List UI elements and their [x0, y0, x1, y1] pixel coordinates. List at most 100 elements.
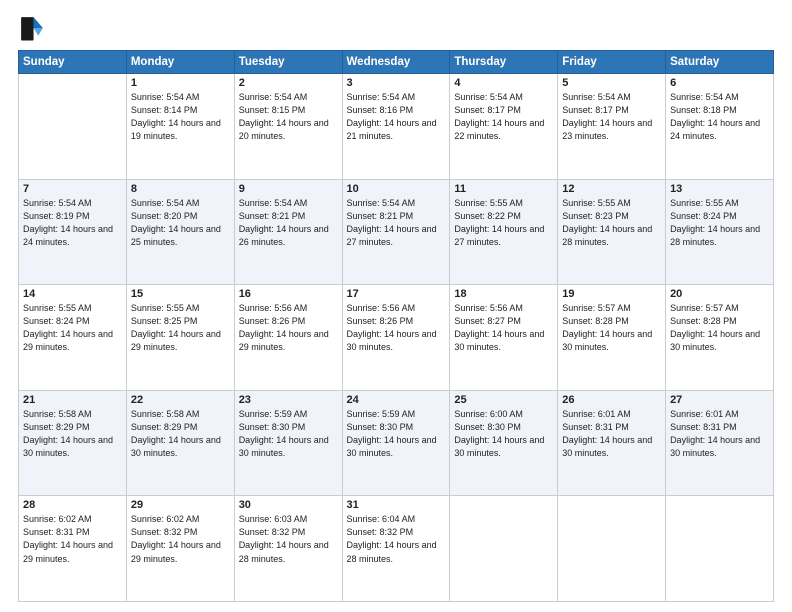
day-info: Sunrise: 5:54 AM Sunset: 8:17 PM Dayligh… [454, 91, 553, 143]
calendar-cell [666, 496, 774, 602]
day-info: Sunrise: 5:54 AM Sunset: 8:20 PM Dayligh… [131, 197, 230, 249]
day-number: 17 [347, 288, 446, 300]
day-number: 18 [454, 288, 553, 300]
calendar-cell: 15 Sunrise: 5:55 AM Sunset: 8:25 PM Dayli… [126, 285, 234, 391]
calendar-cell: 27Sunrise: 6:01 AM Sunset: 8:31 PM Dayli… [666, 390, 774, 496]
day-info: Sunrise: 5:55 AM Sunset: 8:24 PM Dayligh… [23, 302, 122, 354]
calendar-cell: 12 Sunrise: 5:55 AM Sunset: 8:23 PM Dayli… [558, 179, 666, 285]
calendar-cell: 29 Sunrise: 6:02 AM Sunset: 8:32 PM Dayli… [126, 496, 234, 602]
day-info: Sunrise: 5:54 AM Sunset: 8:18 PM Dayligh… [670, 91, 769, 143]
day-number: 5 [562, 77, 661, 89]
day-info: Sunrise: 6:00 AM Sunset: 8:30 PM Dayligh… [454, 408, 553, 460]
day-info: Sunrise: 5:58 AM Sunset: 8:29 PM Dayligh… [23, 408, 122, 460]
day-number: 15 [131, 288, 230, 300]
weekday-header-saturday: Saturday [666, 51, 774, 74]
calendar-cell [558, 496, 666, 602]
calendar-week-row: 28 Sunrise: 6:02 AM Sunset: 8:31 PM Dayli… [19, 496, 774, 602]
calendar-cell: 2 Sunrise: 5:54 AM Sunset: 8:15 PM Daylig… [234, 74, 342, 180]
calendar-cell: 26 Sunrise: 6:01 AM Sunset: 8:31 PM Dayli… [558, 390, 666, 496]
day-number: 28 [23, 499, 122, 511]
weekday-header-row: SundayMondayTuesdayWednesdayThursdayFrid… [19, 51, 774, 74]
day-info: Sunrise: 6:01 AM Sunset: 8:31 PM Dayligh… [562, 408, 661, 460]
day-info: Sunrise: 5:55 AM Sunset: 8:23 PM Dayligh… [562, 197, 661, 249]
calendar-week-row: 14Sunrise: 5:55 AM Sunset: 8:24 PM Dayli… [19, 285, 774, 391]
day-info: Sunrise: 5:54 AM Sunset: 8:21 PM Dayligh… [239, 197, 338, 249]
day-number: 10 [347, 183, 446, 195]
day-number: 6 [670, 77, 769, 89]
day-number: 29 [131, 499, 230, 511]
day-info: Sunrise: 5:55 AM Sunset: 8:22 PM Dayligh… [454, 197, 553, 249]
page: SundayMondayTuesdayWednesdayThursdayFrid… [0, 0, 792, 612]
day-number: 23 [239, 394, 338, 406]
day-number: 30 [239, 499, 338, 511]
day-number: 12 [562, 183, 661, 195]
calendar-cell: 10 Sunrise: 5:54 AM Sunset: 8:21 PM Dayli… [342, 179, 450, 285]
day-info: Sunrise: 5:54 AM Sunset: 8:16 PM Dayligh… [347, 91, 446, 143]
day-number: 19 [562, 288, 661, 300]
day-number: 13 [670, 183, 769, 195]
calendar-cell: 20Sunrise: 5:57 AM Sunset: 8:28 PM Dayli… [666, 285, 774, 391]
calendar-cell: 19 Sunrise: 5:57 AM Sunset: 8:28 PM Dayli… [558, 285, 666, 391]
day-info: Sunrise: 6:02 AM Sunset: 8:31 PM Dayligh… [23, 513, 122, 565]
header [18, 14, 774, 42]
day-info: Sunrise: 5:59 AM Sunset: 8:30 PM Dayligh… [347, 408, 446, 460]
calendar-cell: 30 Sunrise: 6:03 AM Sunset: 8:32 PM Dayli… [234, 496, 342, 602]
day-number: 20 [670, 288, 769, 300]
calendar-cell: 8 Sunrise: 5:54 AM Sunset: 8:20 PM Daylig… [126, 179, 234, 285]
calendar-cell: 24 Sunrise: 5:59 AM Sunset: 8:30 PM Dayli… [342, 390, 450, 496]
day-info: Sunrise: 6:02 AM Sunset: 8:32 PM Dayligh… [131, 513, 230, 565]
calendar-cell: 18 Sunrise: 5:56 AM Sunset: 8:27 PM Dayli… [450, 285, 558, 391]
day-info: Sunrise: 5:54 AM Sunset: 8:21 PM Dayligh… [347, 197, 446, 249]
day-info: Sunrise: 5:55 AM Sunset: 8:25 PM Dayligh… [131, 302, 230, 354]
day-number: 11 [454, 183, 553, 195]
calendar-cell: 16 Sunrise: 5:56 AM Sunset: 8:26 PM Dayli… [234, 285, 342, 391]
calendar-cell: 21Sunrise: 5:58 AM Sunset: 8:29 PM Dayli… [19, 390, 127, 496]
calendar-cell: 3 Sunrise: 5:54 AM Sunset: 8:16 PM Daylig… [342, 74, 450, 180]
calendar-cell: 11 Sunrise: 5:55 AM Sunset: 8:22 PM Dayli… [450, 179, 558, 285]
day-info: Sunrise: 5:56 AM Sunset: 8:27 PM Dayligh… [454, 302, 553, 354]
weekday-header-tuesday: Tuesday [234, 51, 342, 74]
calendar-cell: 9 Sunrise: 5:54 AM Sunset: 8:21 PM Daylig… [234, 179, 342, 285]
day-info: Sunrise: 5:57 AM Sunset: 8:28 PM Dayligh… [562, 302, 661, 354]
day-number: 24 [347, 394, 446, 406]
day-number: 3 [347, 77, 446, 89]
day-number: 8 [131, 183, 230, 195]
day-info: Sunrise: 5:54 AM Sunset: 8:19 PM Dayligh… [23, 197, 122, 249]
calendar-cell: 13 Sunrise: 5:55 AM Sunset: 8:24 PM Dayli… [666, 179, 774, 285]
calendar-cell: 1Sunrise: 5:54 AM Sunset: 8:14 PM Daylig… [126, 74, 234, 180]
day-number: 22 [131, 394, 230, 406]
day-number: 25 [454, 394, 553, 406]
logo [18, 14, 50, 42]
day-info: Sunrise: 6:03 AM Sunset: 8:32 PM Dayligh… [239, 513, 338, 565]
calendar-week-row: 21Sunrise: 5:58 AM Sunset: 8:29 PM Dayli… [19, 390, 774, 496]
day-number: 16 [239, 288, 338, 300]
calendar-cell: 23Sunrise: 5:59 AM Sunset: 8:30 PM Dayli… [234, 390, 342, 496]
day-info: Sunrise: 5:55 AM Sunset: 8:24 PM Dayligh… [670, 197, 769, 249]
day-info: Sunrise: 5:56 AM Sunset: 8:26 PM Dayligh… [239, 302, 338, 354]
weekday-header-sunday: Sunday [19, 51, 127, 74]
day-number: 31 [347, 499, 446, 511]
calendar-cell: 31 Sunrise: 6:04 AM Sunset: 8:32 PM Dayli… [342, 496, 450, 602]
weekday-header-friday: Friday [558, 51, 666, 74]
logo-icon [18, 14, 46, 42]
calendar-week-row: 7Sunrise: 5:54 AM Sunset: 8:19 PM Daylig… [19, 179, 774, 285]
day-info: Sunrise: 5:54 AM Sunset: 8:15 PM Dayligh… [239, 91, 338, 143]
day-number: 26 [562, 394, 661, 406]
day-info: Sunrise: 5:58 AM Sunset: 8:29 PM Dayligh… [131, 408, 230, 460]
calendar-cell: 28 Sunrise: 6:02 AM Sunset: 8:31 PM Dayli… [19, 496, 127, 602]
day-number: 9 [239, 183, 338, 195]
calendar-cell [19, 74, 127, 180]
calendar-cell: 5Sunrise: 5:54 AM Sunset: 8:17 PM Daylig… [558, 74, 666, 180]
calendar-cell: 17 Sunrise: 5:56 AM Sunset: 8:26 PM Dayli… [342, 285, 450, 391]
calendar-cell: 25 Sunrise: 6:00 AM Sunset: 8:30 PM Dayli… [450, 390, 558, 496]
calendar-cell [450, 496, 558, 602]
calendar-cell: 7Sunrise: 5:54 AM Sunset: 8:19 PM Daylig… [19, 179, 127, 285]
day-info: Sunrise: 5:56 AM Sunset: 8:26 PM Dayligh… [347, 302, 446, 354]
calendar-cell: 6 Sunrise: 5:54 AM Sunset: 8:18 PM Daylig… [666, 74, 774, 180]
weekday-header-thursday: Thursday [450, 51, 558, 74]
day-info: Sunrise: 6:04 AM Sunset: 8:32 PM Dayligh… [347, 513, 446, 565]
calendar-week-row: 1Sunrise: 5:54 AM Sunset: 8:14 PM Daylig… [19, 74, 774, 180]
day-info: Sunrise: 6:01 AM Sunset: 8:31 PM Dayligh… [670, 408, 769, 460]
day-number: 2 [239, 77, 338, 89]
calendar-cell: 22 Sunrise: 5:58 AM Sunset: 8:29 PM Dayli… [126, 390, 234, 496]
